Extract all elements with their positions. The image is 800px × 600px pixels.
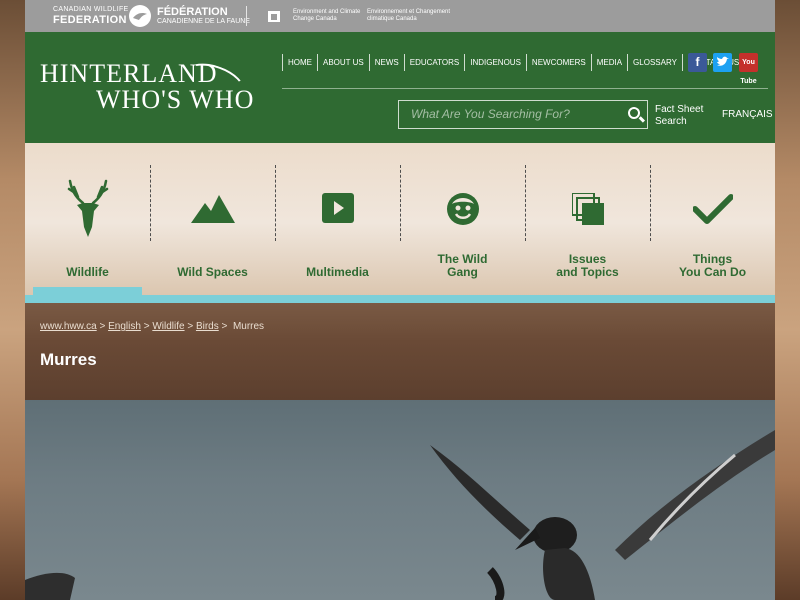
tile-label: Wild Spaces — [177, 265, 248, 279]
cwf-bird-icon — [129, 5, 151, 27]
background-right — [775, 0, 800, 600]
fact-sheet-label1: Fact Sheet — [655, 104, 704, 115]
tile-multimedia[interactable]: Multimedia — [275, 143, 400, 295]
nav-news[interactable]: NEWS — [368, 54, 404, 71]
breadcrumb-birds[interactable]: Birds — [196, 321, 219, 332]
cwf-fr-small: CANADIENNE DE LA FAUNE — [157, 18, 250, 25]
youtube-icon[interactable]: You Tube — [739, 53, 758, 85]
active-tile-indicator — [33, 287, 142, 295]
cwf-logo-en[interactable]: CANADIAN WILDLIFE FEDERATION — [53, 6, 129, 26]
tile-label: Multimedia — [306, 265, 369, 279]
language-toggle[interactable]: FRANÇAIS — [722, 109, 773, 120]
header-divider — [282, 88, 768, 89]
twitter-icon[interactable] — [713, 53, 732, 72]
nav-educators[interactable]: EDUCATORS — [403, 54, 465, 71]
breadcrumb-current: Murres — [232, 321, 265, 332]
nav-glossary[interactable]: GLOSSARY — [627, 54, 682, 71]
breadcrumb-english[interactable]: English — [108, 321, 141, 332]
checkmark-icon — [691, 193, 734, 230]
cwf-logo-fr[interactable]: FÉDÉRATION CANADIENNE DE LA FAUNE — [157, 6, 250, 26]
main-nav: HOME ABOUT US NEWS EDUCATORS INDIGENOUS … — [282, 54, 744, 71]
search-input[interactable] — [411, 107, 621, 121]
search-icon[interactable] — [627, 106, 646, 124]
title-bar: www.hww.ca > English > Wildlife > Birds … — [25, 303, 775, 400]
eccc-en[interactable]: Environment and Climate Change Canada — [293, 9, 363, 23]
face-icon — [446, 192, 480, 231]
nav-media[interactable]: MEDIA — [590, 54, 627, 71]
tile-label: Wildlife — [66, 265, 109, 279]
mountain-icon — [190, 193, 235, 230]
tile-wild-spaces[interactable]: Wild Spaces — [150, 143, 275, 295]
cwf-en-big: FEDERATION — [53, 14, 127, 26]
nav-indigenous[interactable]: INDIGENOUS — [464, 54, 526, 71]
tiles-accent-bar — [25, 295, 775, 303]
nav-newcomers[interactable]: NEWCOMERS — [525, 54, 591, 71]
facebook-icon[interactable]: f — [688, 53, 707, 72]
top-bar: CANADIAN WILDLIFE FEDERATION FÉDÉRATION … — [25, 0, 775, 32]
tile-wild-gang[interactable]: The Wild Gang — [400, 143, 525, 295]
breadcrumb-wildlife[interactable]: Wildlife — [152, 321, 184, 332]
nav-about-us[interactable]: ABOUT US — [317, 54, 369, 71]
tile-wildlife[interactable]: Wildlife — [25, 143, 150, 295]
site-header: HINTERLAND WHO'S WHO HOME ABOUT US NEWS … — [25, 32, 775, 143]
nav-home[interactable]: HOME — [282, 54, 317, 71]
page-title: Murres — [40, 350, 97, 369]
tile-label: Things You Can Do — [678, 252, 747, 279]
stack-icon — [570, 192, 604, 230]
fact-sheet-search-link[interactable]: Fact Sheet Search — [655, 104, 703, 128]
breadcrumb: www.hww.ca > English > Wildlife > Birds … — [40, 321, 265, 332]
tile-label: The Wild Gang — [437, 252, 488, 279]
background-left — [0, 0, 25, 600]
fact-sheet-label2: Search — [655, 116, 687, 127]
page: CANADIAN WILDLIFE FEDERATION FÉDÉRATION … — [25, 0, 775, 600]
murre-birds-image — [25, 430, 775, 600]
eccc-fr[interactable]: Environnement et Changement climatique C… — [367, 9, 467, 23]
divider — [246, 6, 247, 26]
breadcrumb-home[interactable]: www.hww.ca — [40, 321, 97, 332]
tile-things-you-can-do[interactable]: Things You Can Do — [650, 143, 775, 295]
tile-issues-topics[interactable]: Issues and Topics — [525, 143, 650, 295]
tile-label: Issues and Topics — [556, 252, 619, 279]
search-field — [398, 100, 648, 129]
cwf-fr-big: FÉDÉRATION — [157, 6, 228, 18]
play-icon — [321, 193, 354, 228]
canada-flag-icon — [263, 11, 285, 22]
deer-icon — [66, 179, 110, 244]
hero-image — [25, 400, 775, 600]
cwf-en-small: CANADIAN WILDLIFE — [53, 6, 129, 13]
category-tiles: Wildlife Wild Spaces Multimedia The Wild… — [25, 143, 775, 303]
